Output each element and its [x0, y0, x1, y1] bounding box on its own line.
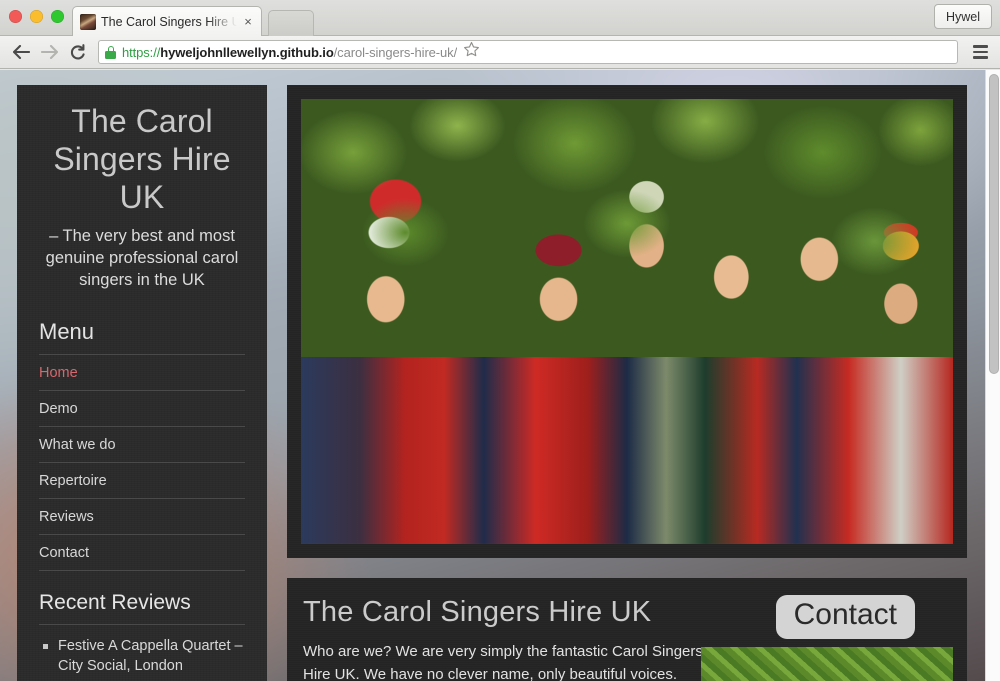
tab-title: The Carol Singers Hire UK — [101, 14, 237, 29]
profile-name: Hywel — [945, 9, 980, 24]
sidebar-menu: Home Demo What we do Repertoire Reviews — [39, 355, 245, 571]
browser-menu-button[interactable] — [968, 39, 992, 65]
back-button[interactable] — [8, 39, 34, 65]
page-scrollbar-thumb[interactable] — [989, 74, 999, 374]
bookmark-star-icon[interactable] — [463, 41, 481, 63]
menu-heading: Menu — [39, 319, 245, 355]
address-bar[interactable]: https://hyweljohnllewellyn.github.io/car… — [98, 40, 958, 64]
close-window-button[interactable] — [9, 10, 22, 23]
secure-lock-icon — [105, 45, 116, 59]
close-tab-icon[interactable]: × — [241, 15, 255, 28]
sidebar-item-what-we-do[interactable]: What we do — [39, 427, 245, 462]
intro-card: The Carol Singers Hire UK Who are we? We… — [287, 578, 967, 681]
profile-button[interactable]: Hywel — [933, 4, 992, 29]
recent-reviews-heading: Recent Reviews — [39, 591, 245, 625]
browser-tab[interactable]: The Carol Singers Hire UK × — [72, 6, 262, 36]
list-item: Contact — [39, 535, 245, 571]
list-item: What we do — [39, 427, 245, 463]
forward-button[interactable] — [36, 39, 62, 65]
contact-button[interactable]: Contact — [775, 595, 915, 640]
site-tagline: – The very best and most genuine profess… — [45, 227, 239, 289]
sidebar-item-reviews[interactable]: Reviews — [39, 499, 245, 534]
hero-card — [287, 85, 967, 558]
maximize-window-button[interactable] — [51, 10, 64, 23]
sidebar-thumbnail-photo — [701, 647, 953, 681]
list-item: Reviews — [39, 499, 245, 535]
browser-window: The Carol Singers Hire UK × Hywel https:… — [0, 0, 1000, 681]
site-title: The Carol Singers Hire UK — [53, 103, 231, 215]
window-controls — [9, 10, 64, 23]
sidebar-item-contact[interactable]: Contact — [39, 535, 245, 570]
page-viewport: The Carol Singers Hire UK – The very bes… — [0, 70, 1000, 681]
reload-button[interactable] — [64, 39, 90, 65]
list-item: Repertoire — [39, 463, 245, 499]
recent-reviews-list: Festive A Cappella Quartet – City Social… — [39, 636, 245, 681]
list-item: Demo — [39, 391, 245, 427]
list-item: Home — [39, 355, 245, 391]
sidebar-item-home[interactable]: Home — [39, 355, 245, 390]
minimize-window-button[interactable] — [30, 10, 43, 23]
tab-strip: The Carol Singers Hire UK × Hywel — [0, 0, 1000, 36]
page-content: The Carol Singers Hire UK – The very bes… — [0, 70, 985, 681]
sidebar-item-demo[interactable]: Demo — [39, 391, 245, 426]
favicon-icon — [80, 13, 96, 30]
url-host: hyweljohnllewellyn.github.io — [160, 44, 334, 60]
main-content: The Carol Singers Hire UK Who are we? We… — [287, 85, 967, 681]
sidebar-item-repertoire[interactable]: Repertoire — [39, 463, 245, 498]
intro-paragraph: Who are we? We are very simply the fanta… — [303, 643, 703, 681]
browser-toolbar: https://hyweljohnllewellyn.github.io/car… — [0, 36, 1000, 69]
url-scheme: https:// — [122, 44, 161, 60]
url-path: /carol-singers-hire-uk/ — [333, 44, 458, 60]
site-sidebar: The Carol Singers Hire UK – The very bes… — [17, 85, 267, 681]
url-text: https://hyweljohnllewellyn.github.io/car… — [122, 45, 457, 60]
list-item[interactable]: Festive A Cappella Quartet – City Social… — [43, 636, 245, 677]
hero-photo — [301, 99, 953, 544]
new-tab-button[interactable] — [268, 10, 314, 36]
page-scrollbar-track[interactable] — [985, 70, 1000, 681]
